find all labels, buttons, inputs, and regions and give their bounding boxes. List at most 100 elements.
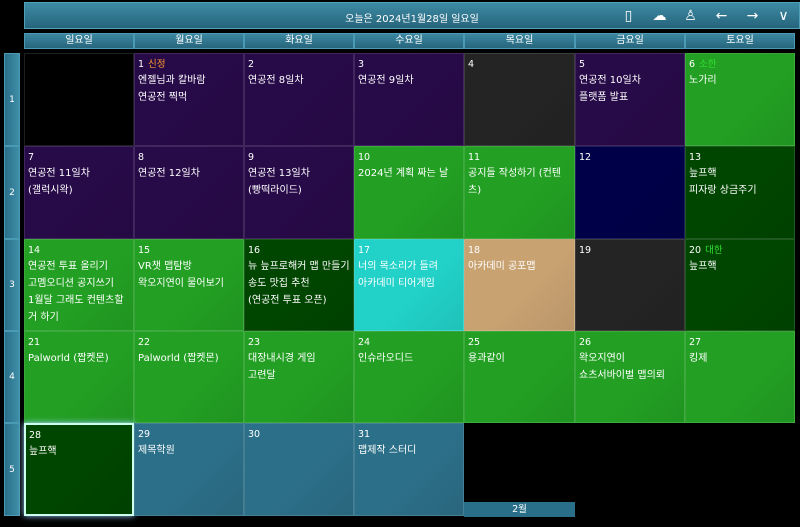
event-item[interactable]: Palworld (짭켓몬) [138, 350, 240, 367]
event-item[interactable]: 아카데미 공포맵 [468, 258, 571, 275]
event-item[interactable]: VR챗 맵탐방 [138, 258, 240, 275]
day-cell[interactable] [24, 53, 134, 146]
day-number-text: 27 [689, 337, 702, 348]
day-cell[interactable]: 1 신정 엔젤님과 칼바람 연공전 찍먹 [134, 53, 244, 146]
event-item[interactable]: 노가리 [689, 72, 791, 89]
event-item[interactable]: 고련달 [248, 367, 350, 384]
day-cell[interactable]: 14 연공전 투표 올리기 고멤오디션 공지쓰기 1월달 그래도 컨텐츠할거 하기 [24, 239, 134, 331]
event-item[interactable]: 용과같이 [468, 350, 571, 367]
event-item[interactable]: 연공전 12일차 [138, 165, 240, 182]
event-item[interactable]: 너의 목소리가 들려 [358, 258, 460, 275]
day-cell[interactable]: 25 용과같이 [464, 331, 575, 423]
event-item[interactable]: 늪프핵 [29, 443, 129, 460]
day-cell[interactable]: 27 킹제 [685, 331, 795, 423]
day-number-text: 9 [248, 152, 255, 163]
event-item[interactable]: 연공전 9일차 [358, 72, 460, 89]
arrow-left-icon[interactable]: ← [712, 7, 731, 25]
event-item[interactable]: 쇼츠서바이벌 맵의뢰 [579, 367, 681, 384]
day-number-text: 19 [579, 245, 592, 256]
day-number: 11 [468, 150, 571, 165]
day-cell[interactable]: 31 맵제작 스터디 [354, 423, 464, 516]
event-item[interactable]: 송도 맛집 추천 [248, 275, 350, 292]
day-cell[interactable]: 23 대장내시경 게임 고련달 [244, 331, 354, 423]
day-cell[interactable]: 7 연공전 11일차 (갤럭시왁) [24, 146, 134, 239]
event-item[interactable]: 늪프핵 [689, 165, 791, 182]
day-number-text: 10 [358, 152, 371, 163]
day-cell[interactable]: 16 뉴 늪프로해커 맵 만들기 송도 맛집 추천 (연공전 투표 오픈) [244, 239, 354, 331]
day-cell[interactable]: 2 연공전 8일차 [244, 53, 354, 146]
event-item[interactable]: 대장내시경 게임 [248, 350, 350, 367]
phone-icon[interactable]: ▯ [619, 7, 638, 25]
event-item[interactable]: 킹제 [689, 350, 791, 367]
day-cell[interactable]: 13 늪프핵 피자랑 상금주기 [685, 146, 795, 239]
day-number: 24 [358, 335, 460, 350]
holiday-label: 신정 [148, 59, 166, 70]
top-bar: 오늘은 2024년1월28일 일요일 ▯ ☁ ♙ ← → ∨ [24, 2, 800, 29]
day-cell[interactable]: 21 Palworld (짭켓몬) [24, 331, 134, 423]
day-number-text: 4 [468, 59, 475, 70]
user-icon[interactable]: ♙ [681, 7, 700, 25]
next-month-label[interactable]: 2월 [464, 502, 575, 517]
day-cell[interactable]: 15 VR챗 맵탐방 왁오지연이 물어보기 [134, 239, 244, 331]
day-cell[interactable]: 17 너의 목소리가 들려 아카데미 티어게임 [354, 239, 464, 331]
event-item[interactable]: 인슈라오디드 [358, 350, 460, 367]
event-item[interactable]: 연공전 10일차 [579, 72, 681, 89]
day-number: 9 [248, 150, 350, 165]
day-cell[interactable]: 8 연공전 12일차 [134, 146, 244, 239]
day-cell[interactable]: 9 연공전 13일차 (빵떡라이드) [244, 146, 354, 239]
event-item[interactable]: 연공전 13일차 [248, 165, 350, 182]
day-number-text: 24 [358, 337, 371, 348]
event-item[interactable]: 피자랑 상금주기 [689, 182, 791, 199]
day-number-text: 18 [468, 245, 481, 256]
event-item[interactable]: 연공전 8일차 [248, 72, 350, 89]
arrow-right-icon[interactable]: → [743, 7, 762, 25]
event-item[interactable]: 뉴 늪프로해커 맵 만들기 [248, 258, 350, 275]
event-item[interactable]: 고멤오디션 공지쓰기 [28, 275, 130, 292]
day-cell[interactable]: 10 2024년 계획 짜는 날 [354, 146, 464, 239]
event-item[interactable]: 제목학원 [138, 442, 240, 459]
event-item[interactable]: Palworld (짭켓몬) [28, 350, 130, 367]
day-number: 3 [358, 57, 460, 72]
day-number: 5 [579, 57, 681, 72]
event-item[interactable]: 맵제작 스터디 [358, 442, 460, 459]
day-cell[interactable]: 12 [575, 146, 685, 239]
day-cell[interactable]: 3 연공전 9일차 [354, 53, 464, 146]
day-cell[interactable]: 5 연공전 10일차 플랫폼 발표 [575, 53, 685, 146]
event-item[interactable]: 공지들 작성하기 (컨텐츠) [468, 165, 571, 199]
event-item[interactable]: 엔젤님과 칼바람 [138, 72, 240, 89]
day-number-text: 28 [29, 430, 42, 441]
event-item[interactable]: 플랫폼 발표 [579, 89, 681, 106]
event-item[interactable]: 왁오지연이 물어보기 [138, 275, 240, 292]
day-number-text: 14 [28, 245, 41, 256]
day-cell[interactable]: 6 소한 노가리 [685, 53, 795, 146]
day-cell[interactable]: 22 Palworld (짭켓몬) [134, 331, 244, 423]
day-cell[interactable]: 19 [575, 239, 685, 331]
day-number: 17 [358, 243, 460, 258]
event-item[interactable]: (연공전 투표 오픈) [248, 292, 350, 309]
day-cell[interactable]: 4 [464, 53, 575, 146]
event-item[interactable]: (갤럭시왁) [28, 182, 130, 199]
event-item[interactable]: 연공전 투표 올리기 [28, 258, 130, 275]
day-cell[interactable]: 20 대한 늪프핵 [685, 239, 795, 331]
event-item[interactable]: 늪프핵 [689, 258, 791, 275]
event-item[interactable]: 아카데미 티어게임 [358, 275, 460, 292]
day-number: 1 신정 [138, 57, 240, 72]
event-item[interactable]: 1월달 그래도 컨텐츠할거 하기 [28, 292, 130, 326]
day-cell[interactable]: 30 [244, 423, 354, 516]
day-number: 2 [248, 57, 350, 72]
event-item[interactable]: 연공전 11일차 [28, 165, 130, 182]
cloud-check-icon[interactable]: ☁ [650, 7, 669, 25]
event-item[interactable]: (빵떡라이드) [248, 182, 350, 199]
event-item[interactable]: 2024년 계획 짜는 날 [358, 165, 460, 182]
day-cell[interactable]: 26 왁오지연이 쇼츠서바이벌 맵의뢰 [575, 331, 685, 423]
day-cell[interactable]: 18 아카데미 공포맵 [464, 239, 575, 331]
day-cell[interactable]: 28 늪프핵 [24, 423, 134, 516]
day-cell[interactable]: 11 공지들 작성하기 (컨텐츠) [464, 146, 575, 239]
day-number-text: 25 [468, 337, 481, 348]
chevron-down-icon[interactable]: ∨ [774, 7, 793, 25]
day-cell[interactable]: 29 제목학원 [134, 423, 244, 516]
day-number-text: 8 [138, 152, 145, 163]
day-cell[interactable]: 24 인슈라오디드 [354, 331, 464, 423]
event-item[interactable]: 연공전 찍먹 [138, 89, 240, 106]
event-item[interactable]: 왁오지연이 [579, 350, 681, 367]
